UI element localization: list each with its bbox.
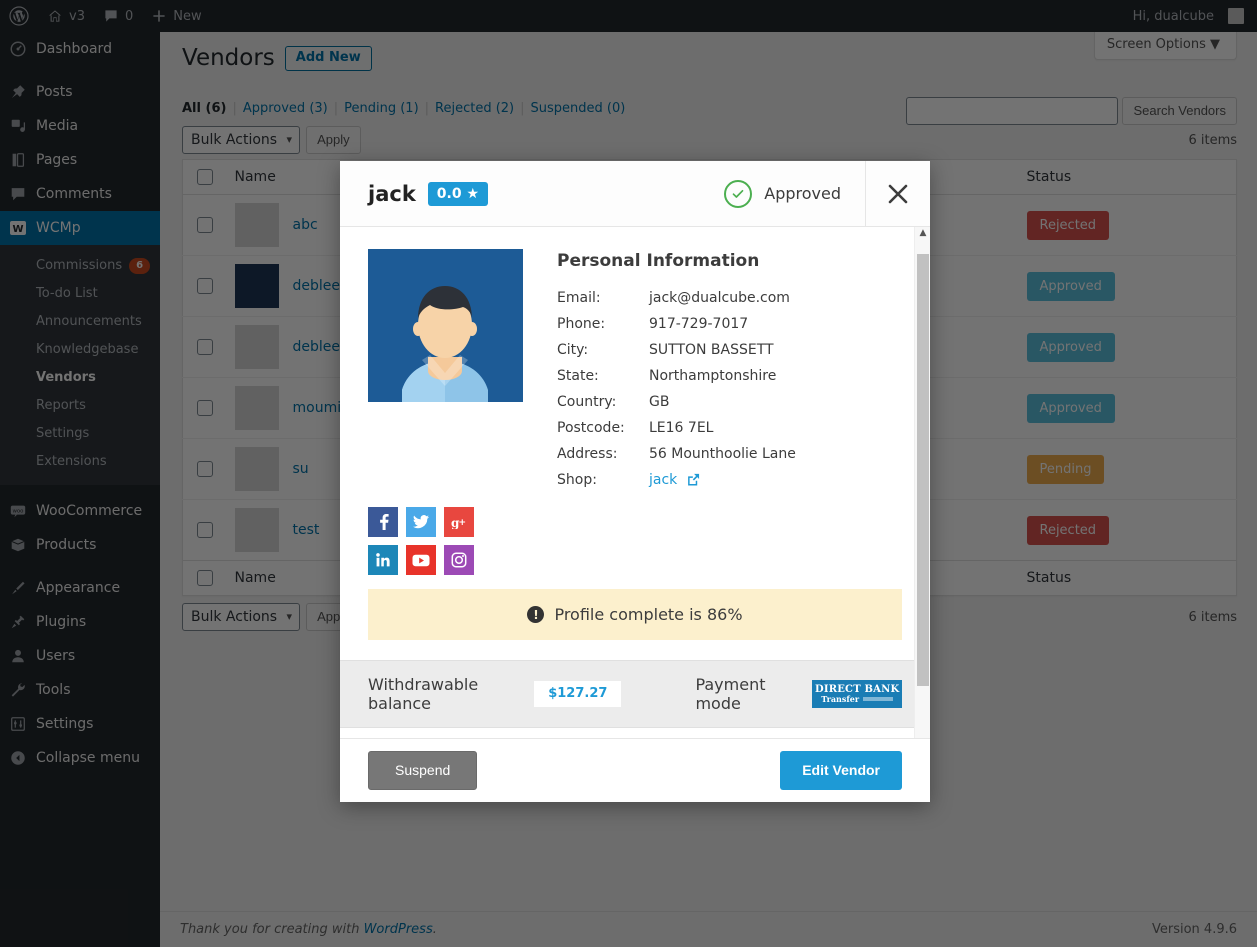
check-circle-icon [724, 179, 753, 208]
info-row-country: Country: GB [557, 389, 796, 415]
modal-body: ▲ Personal Information Email: jack@dualc… [340, 227, 930, 738]
info-label: Phone: [557, 316, 606, 332]
personal-info-table: Email: jack@dualcube.com Phone: 917-729-… [557, 285, 796, 495]
suspend-button[interactable]: Suspend [368, 751, 478, 790]
info-value: LE16 7EL [649, 420, 714, 436]
instagram-icon[interactable] [444, 545, 474, 575]
social-links: g + [340, 503, 536, 575]
info-row-shop: Shop: jack [557, 467, 796, 495]
info-label: Country: [557, 394, 617, 410]
info-row-postcode: Postcode: LE16 7EL [557, 415, 796, 441]
modal-scrollbar[interactable]: ▲ [914, 227, 930, 738]
twitter-icon[interactable] [406, 507, 436, 537]
modal-vendor-name: jack [368, 181, 416, 206]
balance-bar: Withdrawable balance $127.27 Payment mod… [340, 660, 930, 728]
payment-mode-label: Payment mode [695, 675, 766, 713]
personal-info-details: Personal Information Email: jack@dualcub… [557, 249, 902, 495]
info-value: jack@dualcube.com [649, 290, 790, 306]
google-plus-icon[interactable]: g + [444, 507, 474, 537]
vendor-status: Approved [724, 179, 841, 208]
shop-link[interactable]: jack [649, 472, 677, 488]
performance-section: Last 30 day's performance: No of order S… [340, 728, 930, 738]
info-row-address: Address: 56 Mounthoolie Lane [557, 441, 796, 467]
profile-complete-text: Profile complete is 86% [554, 605, 743, 624]
personal-info-title: Personal Information [557, 251, 760, 271]
info-label: Email: [557, 290, 601, 306]
info-value: SUTTON BASSETT [649, 342, 774, 358]
info-row-email: Email: jack@dualcube.com [557, 285, 796, 311]
vendor-profile-avatar [368, 249, 523, 402]
info-label: City: [557, 342, 589, 358]
vendor-rating-badge: 0.0 ★ [427, 181, 489, 206]
linkedin-icon[interactable] [368, 545, 398, 575]
external-link-icon[interactable] [687, 473, 700, 491]
info-value: 56 Mounthoolie Lane [649, 446, 796, 462]
info-row-phone: Phone: 917-729-7017 [557, 311, 796, 337]
vendor-details-modal: jack 0.0 ★ Approved ▲ Personal Informati… [340, 160, 930, 802]
info-label: Address: [557, 446, 618, 462]
paymode-line2: Transfer [821, 695, 894, 703]
personal-info-section: Personal Information Email: jack@dualcub… [340, 227, 930, 503]
vendor-status-label: Approved [764, 184, 841, 203]
info-value-shop: jack [649, 467, 796, 495]
info-value: Northamptonshire [649, 368, 777, 384]
info-value: 917-729-7017 [649, 316, 749, 332]
close-icon[interactable] [865, 160, 930, 227]
modal-scroll-content: Personal Information Email: jack@dualcub… [340, 227, 930, 738]
profile-complete-notice: ! Profile complete is 86% [368, 589, 902, 640]
edit-vendor-button[interactable]: Edit Vendor [780, 751, 902, 790]
info-icon: ! [527, 606, 545, 623]
facebook-icon[interactable] [368, 507, 398, 537]
scrollbar-thumb[interactable] [917, 254, 929, 686]
info-row-state: State: Northamptonshire [557, 363, 796, 389]
info-label: Postcode: [557, 420, 625, 436]
withdrawable-balance-value: $127.27 [534, 681, 622, 707]
withdrawable-balance-label: Withdrawable balance [368, 675, 479, 713]
info-label: State: [557, 368, 599, 384]
info-label: Shop: [557, 472, 597, 488]
info-value: GB [649, 394, 670, 410]
svg-text:+: + [459, 518, 467, 528]
info-row-city: City: SUTTON BASSETT [557, 337, 796, 363]
youtube-icon[interactable] [406, 545, 436, 575]
scroll-up-arrow-icon[interactable]: ▲ [918, 229, 928, 239]
modal-header: jack 0.0 ★ Approved [340, 160, 930, 227]
direct-bank-transfer-logo: DIRECT BANK Transfer [812, 680, 902, 708]
modal-footer: Suspend Edit Vendor [340, 738, 930, 802]
